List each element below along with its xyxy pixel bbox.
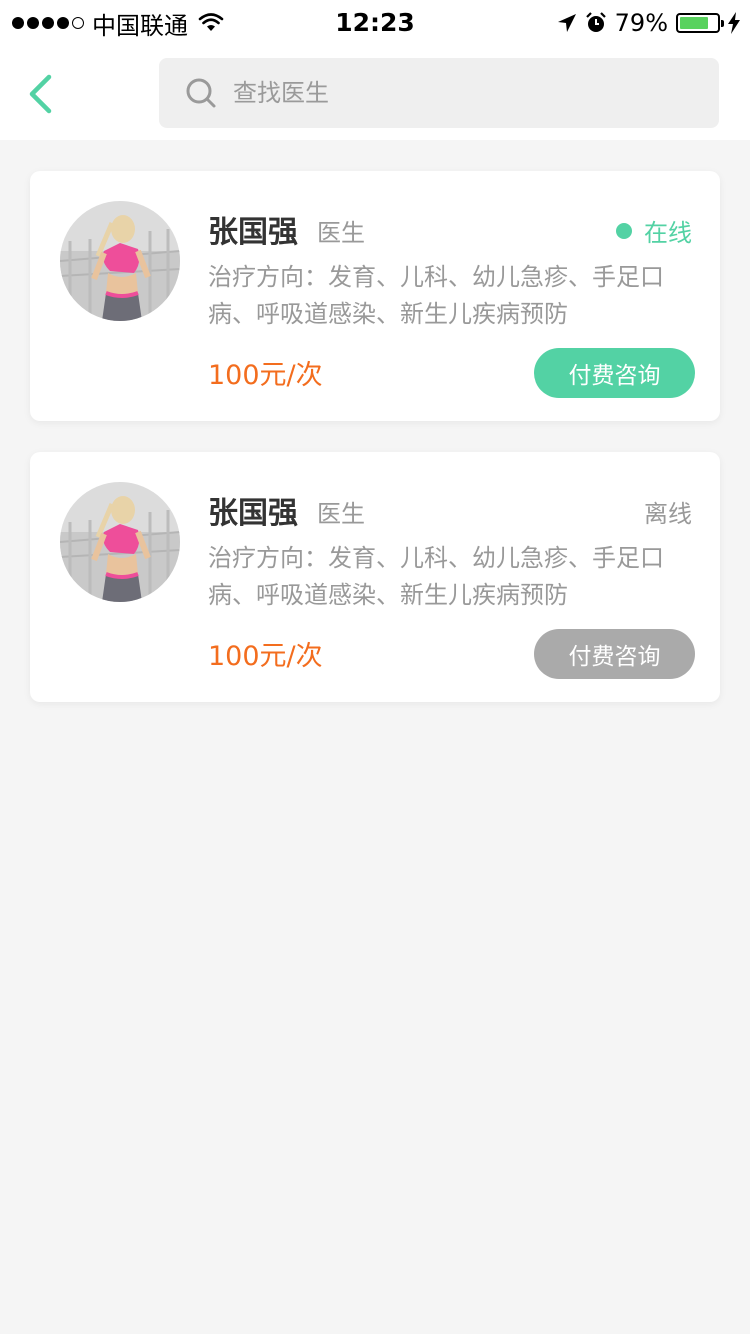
price: 100元/次 <box>208 360 323 391</box>
paid-consult-button[interactable]: 付费咨询 <box>534 348 695 398</box>
battery-percent: 79% <box>614 9 668 37</box>
price: 100元/次 <box>208 641 323 672</box>
status-bar: 中国联通 12:23 79% <box>0 0 750 46</box>
doctor-title: 医生 <box>317 219 365 247</box>
specialty-text: 治疗方向：发育、儿科、幼儿急疹、手足口病、呼吸道感染、新生儿疾病预防 <box>208 544 664 609</box>
doctor-title: 医生 <box>317 500 365 528</box>
status-label: 离线 <box>644 500 692 528</box>
avatar <box>60 482 180 602</box>
charging-icon <box>728 12 740 34</box>
doctor-card[interactable]: 张国强 医生 在线 治疗方向：发育、儿科、幼儿急疹、手足口病、呼吸道感染、新生儿… <box>30 171 720 421</box>
battery-fill <box>680 17 709 29</box>
status-online: 在线 <box>616 213 692 248</box>
search-box[interactable] <box>159 58 719 128</box>
doctor-list: 张国强 医生 在线 治疗方向：发育、儿科、幼儿急疹、手足口病、呼吸道感染、新生儿… <box>30 171 720 733</box>
paid-consult-button[interactable]: 付费咨询 <box>534 629 695 679</box>
specialty-text: 治疗方向：发育、儿科、幼儿急疹、手足口病、呼吸道感染、新生儿疾病预防 <box>208 263 664 328</box>
avatar <box>60 201 180 321</box>
doctor-name: 张国强 <box>208 215 298 250</box>
status-dot <box>616 222 632 239</box>
status-right: 79% <box>557 8 740 38</box>
search-input[interactable] <box>233 79 673 107</box>
battery-icon <box>676 13 724 33</box>
nav-bar <box>0 46 750 140</box>
status-offline: 离线 <box>644 494 692 529</box>
status-label: 在线 <box>644 219 692 247</box>
doctor-name: 张国强 <box>208 496 298 531</box>
location-arrow-icon <box>557 14 576 32</box>
search-icon <box>186 78 216 108</box>
alarm-icon <box>585 12 606 32</box>
doctor-card[interactable]: 张国强 医生 离线 治疗方向：发育、儿科、幼儿急疹、手足口病、呼吸道感染、新生儿… <box>30 452 720 702</box>
chevron-left-icon <box>29 74 52 114</box>
back-button[interactable] <box>18 70 62 118</box>
